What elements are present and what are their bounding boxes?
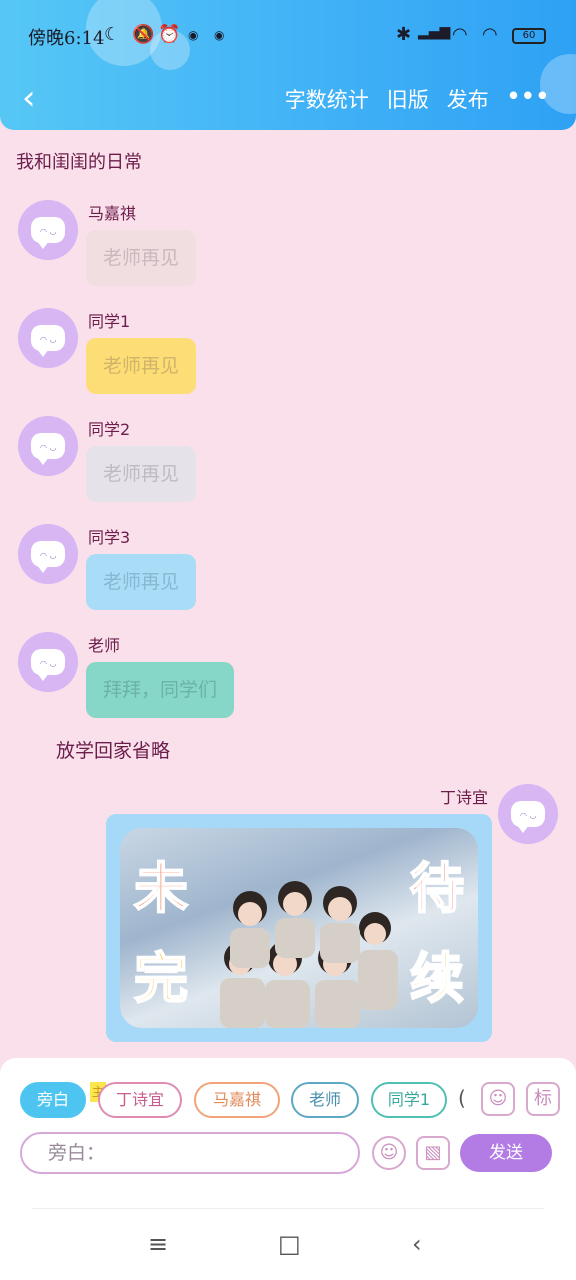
send-button[interactable]: 发送	[460, 1134, 552, 1172]
sender-name: 老师	[88, 636, 121, 655]
avatar[interactable]: ◠ ◡	[18, 416, 78, 476]
sender-name: 丁诗宜	[439, 788, 488, 807]
chips-overflow: (	[458, 1086, 466, 1110]
group-photo-figures	[220, 881, 398, 1028]
sender-name: 同学1	[88, 312, 131, 331]
chat-bubble-icon: ◠ ◡	[31, 433, 65, 465]
chat-bubble-icon: ◠ ◡	[511, 801, 545, 833]
divider	[32, 1208, 544, 1209]
chat-title: 我和闺闺的日常	[16, 152, 142, 173]
bluetooth-icon: ✱	[396, 24, 412, 45]
caption-char: 未	[133, 855, 189, 921]
caption-char: 完	[133, 945, 189, 1011]
message-bubble[interactable]: 老师再见	[86, 338, 197, 394]
chat-bubble-icon: ◠ ◡	[31, 217, 65, 249]
header-actions: 字数统计 旧版 发布 •••	[285, 84, 550, 114]
system-nav-bar: ≡ □ ‹	[0, 1210, 576, 1280]
image-picker-button[interactable]: ▧	[416, 1136, 450, 1170]
more-dots-icon[interactable]: •••	[507, 84, 550, 114]
menu-icon[interactable]: ≡	[148, 1230, 168, 1258]
status-bar: 傍晚6:14 ☾ 🔕 ⏰ ◉ ◉ ✱ ▂▄▆ ◠ ◠ 60	[0, 0, 576, 70]
home-icon[interactable]: □	[278, 1230, 301, 1258]
battery-indicator: 60	[512, 28, 546, 44]
app-notif-icon: ◉	[188, 28, 199, 42]
message-bubble[interactable]: 老师再见	[86, 230, 197, 286]
avatar[interactable]: ◠ ◡	[498, 784, 558, 844]
narration-text[interactable]: 放学回家省略	[56, 736, 170, 763]
chat-bubble-icon: ◠ ◡	[31, 325, 65, 357]
old-version-button[interactable]: 旧版	[387, 84, 429, 114]
bell-off-icon: 🔕	[132, 24, 155, 45]
word-count-button[interactable]: 字数统计	[285, 84, 369, 114]
emoji-icon: ☺	[379, 1142, 399, 1163]
back-button[interactable]: ‹	[22, 80, 46, 120]
image-message[interactable]: 未 完 待 续	[106, 814, 492, 1042]
message-bubble[interactable]: 拜拜，同学们	[86, 662, 235, 718]
role-chip[interactable]: 马嘉祺	[194, 1082, 280, 1118]
role-chip[interactable]: 丁诗宜	[98, 1082, 182, 1118]
role-chip-narrator[interactable]: 旁白	[20, 1082, 86, 1118]
avatar[interactable]: ◠ ◡	[18, 632, 78, 692]
alarm-icon: ⏰	[158, 24, 181, 45]
message-bubble[interactable]: 老师再见	[86, 554, 197, 610]
app-header: 傍晚6:14 ☾ 🔕 ⏰ ◉ ◉ ✱ ▂▄▆ ◠ ◠ 60 ‹ 字数统计 旧版 …	[0, 0, 576, 130]
role-manage-button[interactable]: ☺	[481, 1082, 515, 1116]
image-icon: ▧	[424, 1142, 442, 1163]
back-icon[interactable]: ‹	[412, 1230, 422, 1258]
wifi-icon: ◠	[482, 24, 498, 45]
chat-bubble-icon: ◠ ◡	[31, 649, 65, 681]
caption-char: 待	[409, 855, 465, 921]
avatar[interactable]: ◠ ◡	[18, 308, 78, 368]
tag-button[interactable]: 标	[526, 1082, 560, 1116]
group-photo: 未 完 待 续	[120, 828, 478, 1028]
chat-bubble-icon: ◠ ◡	[31, 541, 65, 573]
signal-icon: ▂▄▆	[418, 24, 451, 40]
person-icon: ☺	[488, 1088, 508, 1109]
wifi-icon: ◠	[452, 24, 468, 45]
message-input[interactable]: 旁白：	[20, 1132, 360, 1174]
sender-name: 马嘉祺	[88, 204, 137, 223]
role-chip[interactable]: 同学1	[371, 1082, 447, 1118]
caption-char: 续	[409, 945, 465, 1011]
sender-name: 同学2	[88, 420, 131, 439]
role-chip[interactable]: 老师	[291, 1082, 359, 1118]
status-time: 傍晚6:14	[28, 28, 105, 49]
avatar[interactable]: ◠ ◡	[18, 524, 78, 584]
moon-icon: ☾	[104, 24, 121, 45]
emoji-button[interactable]: ☺	[372, 1136, 406, 1170]
publish-button[interactable]: 发布	[447, 84, 489, 114]
sender-name: 同学3	[88, 528, 131, 547]
app-notif-icon: ◉	[214, 28, 225, 42]
chevron-left-icon: ‹	[22, 78, 36, 118]
avatar[interactable]: ◠ ◡	[18, 200, 78, 260]
message-bubble[interactable]: 老师再见	[86, 446, 197, 502]
